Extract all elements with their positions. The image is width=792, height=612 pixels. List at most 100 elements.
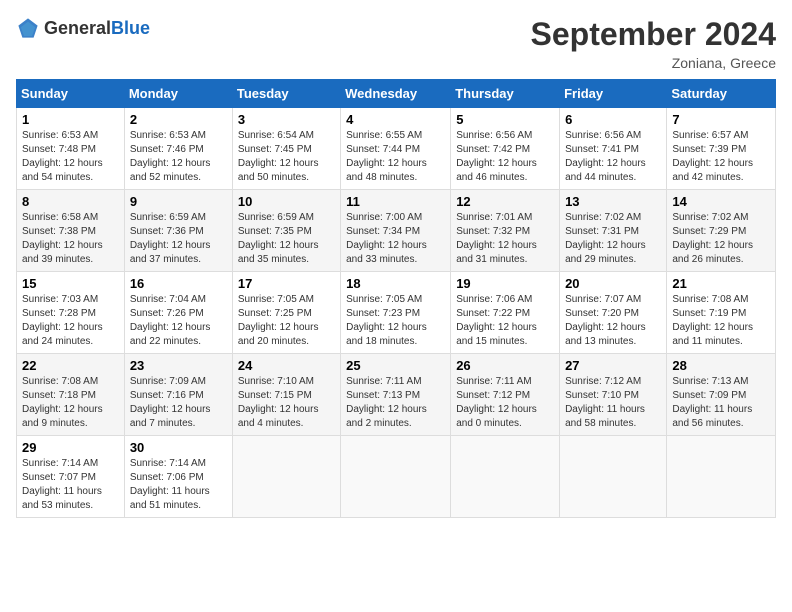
day-number: 28 [672,358,770,373]
day-info: Sunrise: 7:10 AMSunset: 7:15 PMDaylight:… [238,375,335,431]
calendar-cell: 30 Sunrise: 7:14 AMSunset: 7:06 PMDayligh… [124,436,232,518]
day-info: Sunrise: 7:06 AMSunset: 7:22 PMDaylight:… [456,293,554,349]
calendar-cell [451,436,560,518]
calendar-cell: 29Sunrise: 7:14 AMSunset: 7:07 PMDayligh… [17,436,125,518]
day-number: 17 [238,276,335,291]
day-number: 26 [456,358,554,373]
calendar-cell: 18Sunrise: 7:05 AMSunset: 7:23 PMDayligh… [341,272,451,354]
day-number: 30 [130,440,227,455]
calendar-cell: 1 Sunrise: 6:53 AMSunset: 7:48 PMDaylight… [17,108,125,190]
day-info: Sunrise: 6:53 AMSunset: 7:46 PMDaylight:… [130,129,227,185]
day-info: Sunrise: 6:56 AMSunset: 7:41 PMDaylight:… [565,129,661,185]
day-info: Sunrise: 6:58 AMSunset: 7:38 PMDaylight:… [22,211,119,267]
day-number: 10 [238,194,335,209]
day-info: Sunrise: 7:05 AMSunset: 7:25 PMDaylight:… [238,293,335,349]
calendar-cell: 11 Sunrise: 7:00 AMSunset: 7:34 PMDayligh… [341,190,451,272]
day-info: Sunrise: 6:57 AMSunset: 7:39 PMDaylight:… [672,129,770,185]
column-header-tuesday: Tuesday [232,80,340,108]
column-header-thursday: Thursday [451,80,560,108]
day-number: 12 [456,194,554,209]
calendar-cell: 16 Sunrise: 7:04 AMSunset: 7:26 PMDayligh… [124,272,232,354]
column-header-wednesday: Wednesday [341,80,451,108]
day-number: 23 [130,358,227,373]
calendar-cell [560,436,667,518]
calendar-cell: 19 Sunrise: 7:06 AMSunset: 7:22 PMDayligh… [451,272,560,354]
calendar-week-row: 1 Sunrise: 6:53 AMSunset: 7:48 PMDaylight… [17,108,776,190]
column-header-monday: Monday [124,80,232,108]
calendar-cell [341,436,451,518]
title-section: September 2024 Zoniana, Greece [531,16,776,71]
day-info: Sunrise: 7:02 AMSunset: 7:29 PMDaylight:… [672,211,770,267]
day-number: 5 [456,112,554,127]
day-info: Sunrise: 7:00 AMSunset: 7:34 PMDaylight:… [346,211,445,267]
day-number: 9 [130,194,227,209]
day-info: Sunrise: 7:02 AMSunset: 7:31 PMDaylight:… [565,211,661,267]
calendar-cell: 21 Sunrise: 7:08 AMSunset: 7:19 PMDayligh… [667,272,776,354]
calendar-cell: 28Sunrise: 7:13 AMSunset: 7:09 PMDayligh… [667,354,776,436]
month-title: September 2024 [531,16,776,53]
calendar-cell: 3Sunrise: 6:54 AMSunset: 7:45 PMDaylight… [232,108,340,190]
day-number: 13 [565,194,661,209]
day-info: Sunrise: 7:11 AMSunset: 7:12 PMDaylight:… [456,375,554,431]
day-info: Sunrise: 7:08 AMSunset: 7:19 PMDaylight:… [672,293,770,349]
day-number: 21 [672,276,770,291]
day-number: 11 [346,194,445,209]
calendar-cell: 24 Sunrise: 7:10 AMSunset: 7:15 PMDayligh… [232,354,340,436]
calendar-table: SundayMondayTuesdayWednesdayThursdayFrid… [16,79,776,518]
day-number: 4 [346,112,445,127]
day-number: 7 [672,112,770,127]
day-info: Sunrise: 7:09 AMSunset: 7:16 PMDaylight:… [130,375,227,431]
logo-text-general: General [44,18,111,38]
day-number: 16 [130,276,227,291]
calendar-cell: 20 Sunrise: 7:07 AMSunset: 7:20 PMDayligh… [560,272,667,354]
day-info: Sunrise: 6:53 AMSunset: 7:48 PMDaylight:… [22,129,119,185]
calendar-cell [667,436,776,518]
calendar-cell: 12 Sunrise: 7:01 AMSunset: 7:32 PMDayligh… [451,190,560,272]
logo: GeneralBlue [16,16,150,40]
logo-text-blue: Blue [111,18,150,38]
calendar-cell: 8 Sunrise: 6:58 AMSunset: 7:38 PMDaylight… [17,190,125,272]
day-info: Sunrise: 6:59 AMSunset: 7:35 PMDaylight:… [238,211,335,267]
day-info: Sunrise: 7:07 AMSunset: 7:20 PMDaylight:… [565,293,661,349]
calendar-cell: 26 Sunrise: 7:11 AMSunset: 7:12 PMDayligh… [451,354,560,436]
day-number: 8 [22,194,119,209]
day-info: Sunrise: 7:01 AMSunset: 7:32 PMDaylight:… [456,211,554,267]
day-number: 1 [22,112,119,127]
calendar-cell: 9Sunrise: 6:59 AMSunset: 7:36 PMDaylight… [124,190,232,272]
calendar-cell: 15 Sunrise: 7:03 AMSunset: 7:28 PMDayligh… [17,272,125,354]
calendar-cell: 17 Sunrise: 7:05 AMSunset: 7:25 PMDayligh… [232,272,340,354]
day-info: Sunrise: 7:14 AMSunset: 7:06 PMDaylight:… [130,457,227,513]
calendar-week-row: 29Sunrise: 7:14 AMSunset: 7:07 PMDayligh… [17,436,776,518]
calendar-header-row: SundayMondayTuesdayWednesdayThursdayFrid… [17,80,776,108]
column-header-sunday: Sunday [17,80,125,108]
day-number: 14 [672,194,770,209]
page-header: GeneralBlue September 2024 Zoniana, Gree… [16,16,776,71]
day-info: Sunrise: 7:05 AMSunset: 7:23 PMDaylight:… [346,293,445,349]
location: Zoniana, Greece [531,55,776,71]
day-number: 20 [565,276,661,291]
day-info: Sunrise: 7:11 AMSunset: 7:13 PMDaylight:… [346,375,445,431]
calendar-cell: 23 Sunrise: 7:09 AMSunset: 7:16 PMDayligh… [124,354,232,436]
day-info: Sunrise: 7:08 AMSunset: 7:18 PMDaylight:… [22,375,119,431]
calendar-cell: 5 Sunrise: 6:56 AMSunset: 7:42 PMDaylight… [451,108,560,190]
day-number: 22 [22,358,119,373]
day-number: 29 [22,440,119,455]
day-number: 24 [238,358,335,373]
calendar-cell: 27 Sunrise: 7:12 AMSunset: 7:10 PMDayligh… [560,354,667,436]
day-number: 3 [238,112,335,127]
day-number: 15 [22,276,119,291]
calendar-cell: 4 Sunrise: 6:55 AMSunset: 7:44 PMDaylight… [341,108,451,190]
day-info: Sunrise: 7:04 AMSunset: 7:26 PMDaylight:… [130,293,227,349]
calendar-cell: 22 Sunrise: 7:08 AMSunset: 7:18 PMDayligh… [17,354,125,436]
calendar-cell: 14 Sunrise: 7:02 AMSunset: 7:29 PMDayligh… [667,190,776,272]
day-info: Sunrise: 7:03 AMSunset: 7:28 PMDaylight:… [22,293,119,349]
day-number: 27 [565,358,661,373]
day-info: Sunrise: 6:56 AMSunset: 7:42 PMDaylight:… [456,129,554,185]
day-number: 19 [456,276,554,291]
day-info: Sunrise: 7:12 AMSunset: 7:10 PMDaylight:… [565,375,661,431]
calendar-cell: 6Sunrise: 6:56 AMSunset: 7:41 PMDaylight… [560,108,667,190]
day-info: Sunrise: 6:55 AMSunset: 7:44 PMDaylight:… [346,129,445,185]
calendar-cell: 10 Sunrise: 6:59 AMSunset: 7:35 PMDayligh… [232,190,340,272]
calendar-cell: 2Sunrise: 6:53 AMSunset: 7:46 PMDaylight… [124,108,232,190]
column-header-friday: Friday [560,80,667,108]
